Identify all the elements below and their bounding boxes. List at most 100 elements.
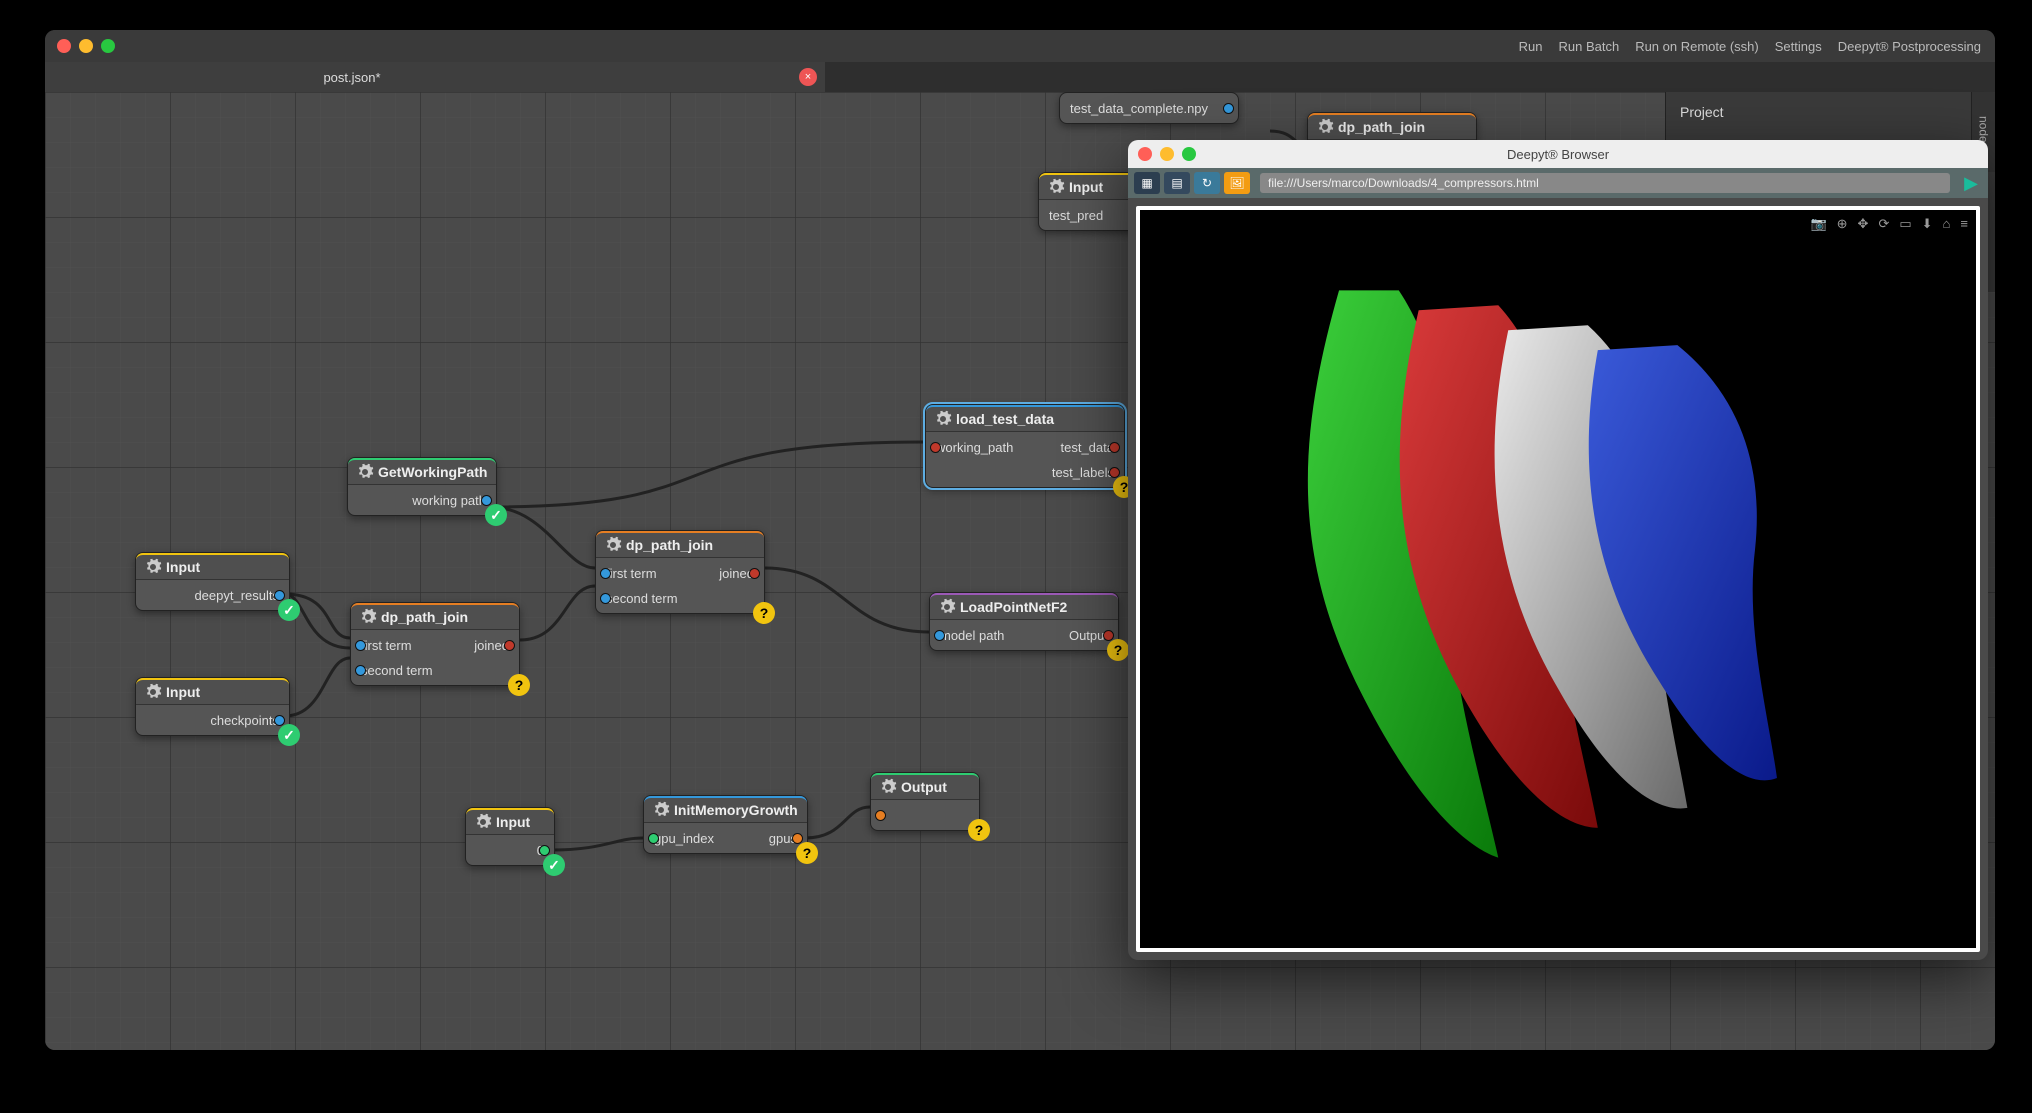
play-icon[interactable]: ▶ (1960, 173, 1982, 194)
node-input-gpu[interactable]: Input 0 ✓ (465, 807, 555, 866)
port-in[interactable] (355, 640, 366, 651)
port-out[interactable] (1103, 630, 1114, 641)
port-in[interactable] (648, 833, 659, 844)
node-port-label: test_data_complete.npy (1070, 101, 1208, 116)
download-icon[interactable]: ⬇ (1922, 216, 1933, 232)
gear-icon[interactable] (144, 558, 162, 576)
port-out[interactable] (1109, 467, 1120, 478)
node-title: dp_path_join (1338, 119, 1425, 135)
gear-icon[interactable] (879, 778, 897, 796)
node-port-label: test_data (1061, 440, 1115, 455)
file-tab-title: post.json* (323, 70, 380, 85)
node-input-checkpoints[interactable]: Input checkpoints ✓ (135, 677, 290, 736)
status-ok-icon: ✓ (278, 724, 300, 746)
close-tab-icon[interactable]: × (799, 68, 817, 86)
gear-icon[interactable] (934, 410, 952, 428)
port-out[interactable] (274, 590, 285, 601)
gear-icon[interactable] (1047, 178, 1065, 196)
node-output[interactable]: Output ? (870, 772, 980, 831)
menu-postprocessing[interactable]: Deepyt® Postprocessing (1838, 39, 1981, 54)
toolbar-refresh-icon[interactable]: ↻ (1194, 172, 1220, 194)
rotate-icon[interactable]: ⟳ (1878, 216, 1889, 232)
browser-titlebar: Deepyt® Browser (1128, 140, 1988, 168)
port-out[interactable] (481, 495, 492, 506)
gear-icon[interactable] (604, 536, 622, 554)
menu-settings[interactable]: Settings (1775, 39, 1822, 54)
port-out[interactable] (1223, 103, 1234, 114)
file-tab[interactable]: post.json* × (45, 62, 825, 92)
port-out[interactable] (749, 568, 760, 579)
gear-icon[interactable] (652, 801, 670, 819)
zoom-window-icon[interactable] (101, 39, 115, 53)
port-in[interactable] (930, 442, 941, 453)
close-window-icon[interactable] (57, 39, 71, 53)
toolbar-file-icon[interactable]: ▤ (1164, 172, 1190, 194)
minimize-window-icon[interactable] (1160, 147, 1174, 161)
toolbar-image-icon[interactable]: 🖼 (1224, 172, 1250, 194)
node-dp-path-join-1[interactable]: dp_path_join first termjoined second ter… (350, 602, 520, 686)
menu-run-batch[interactable]: Run Batch (1558, 39, 1619, 54)
node-load-test-data[interactable]: load_test_data working_pathtest_data tes… (925, 404, 1125, 488)
node-title: dp_path_join (381, 609, 468, 625)
viz-viewport[interactable]: 📷 ⊕ ✥ ⟳ ▭ ⬇ ⌂ ≡ (1136, 206, 1980, 952)
node-init-memory-growth[interactable]: InitMemoryGrowth gpu_indexgpus ? (643, 795, 808, 854)
status-ok-icon: ✓ (485, 504, 507, 526)
node-title: LoadPointNetF2 (960, 599, 1067, 615)
node-port-label: deepyt_results (194, 588, 279, 603)
gear-icon[interactable] (356, 463, 374, 481)
home-icon[interactable]: ⌂ (1943, 216, 1951, 232)
menu-run[interactable]: Run (1519, 39, 1543, 54)
browser-window: Deepyt® Browser ▦ ▤ ↻ 🖼 file:///Users/ma… (1128, 140, 1988, 960)
node-title: Input (166, 684, 200, 700)
zoom-window-icon[interactable] (1182, 147, 1196, 161)
node-port-label: checkpoints (210, 713, 279, 728)
menu-icon[interactable]: ≡ (1960, 216, 1968, 232)
node-load-pointnet[interactable]: LoadPointNetF2 model pathOutput ? (929, 592, 1119, 651)
tab-bar: post.json* × (45, 62, 1995, 92)
node-port-label: second term (606, 591, 678, 606)
gear-icon[interactable] (938, 598, 956, 616)
gear-icon[interactable] (144, 683, 162, 701)
menu-run-remote[interactable]: Run on Remote (ssh) (1635, 39, 1759, 54)
viz-surfaces (1140, 210, 1976, 948)
port-in[interactable] (875, 810, 886, 821)
pan-icon[interactable]: ✥ (1858, 216, 1869, 232)
port-out[interactable] (792, 833, 803, 844)
gear-icon[interactable] (1316, 118, 1334, 136)
node-title: InitMemoryGrowth (674, 802, 798, 818)
status-warn-icon: ? (796, 842, 818, 864)
status-ok-icon: ✓ (543, 854, 565, 876)
node-port-label: working_path (936, 440, 1013, 455)
toolbar-page-icon[interactable]: ▦ (1134, 172, 1160, 194)
node-input-results[interactable]: Input deepyt_results ✓ (135, 552, 290, 611)
port-in[interactable] (934, 630, 945, 641)
gear-icon[interactable] (359, 608, 377, 626)
port-out[interactable] (274, 715, 285, 726)
port-out[interactable] (539, 845, 550, 856)
node-partial[interactable]: test_data_complete.npy (1059, 92, 1239, 124)
side-panel-title: Project (1666, 92, 1995, 132)
traffic-lights (1138, 147, 1196, 161)
port-in[interactable] (600, 568, 611, 579)
node-title: Input (166, 559, 200, 575)
node-dp-path-join-2[interactable]: dp_path_join first termjoined second ter… (595, 530, 765, 614)
address-bar[interactable]: file:///Users/marco/Downloads/4_compress… (1260, 173, 1950, 193)
camera-icon[interactable]: 📷 (1810, 216, 1826, 232)
main-titlebar: Run Run Batch Run on Remote (ssh) Settin… (45, 30, 1995, 62)
close-window-icon[interactable] (1138, 147, 1152, 161)
viz-toolbar: 📷 ⊕ ✥ ⟳ ▭ ⬇ ⌂ ≡ (1810, 216, 1968, 232)
gear-icon[interactable] (474, 813, 492, 831)
port-in[interactable] (600, 593, 611, 604)
port-out[interactable] (1109, 442, 1120, 453)
address-text: file:///Users/marco/Downloads/4_compress… (1268, 176, 1539, 190)
node-port-label: first term (606, 566, 657, 581)
minimize-window-icon[interactable] (79, 39, 93, 53)
node-get-working-path[interactable]: GetWorkingPath working path ✓ (347, 457, 497, 516)
port-out[interactable] (504, 640, 515, 651)
zoom-icon[interactable]: ⊕ (1837, 216, 1848, 232)
status-ok-icon: ✓ (278, 599, 300, 621)
box-select-icon[interactable]: ▭ (1899, 216, 1911, 232)
status-warn-icon: ? (968, 819, 990, 841)
port-in[interactable] (355, 665, 366, 676)
status-warn-icon: ? (753, 602, 775, 624)
